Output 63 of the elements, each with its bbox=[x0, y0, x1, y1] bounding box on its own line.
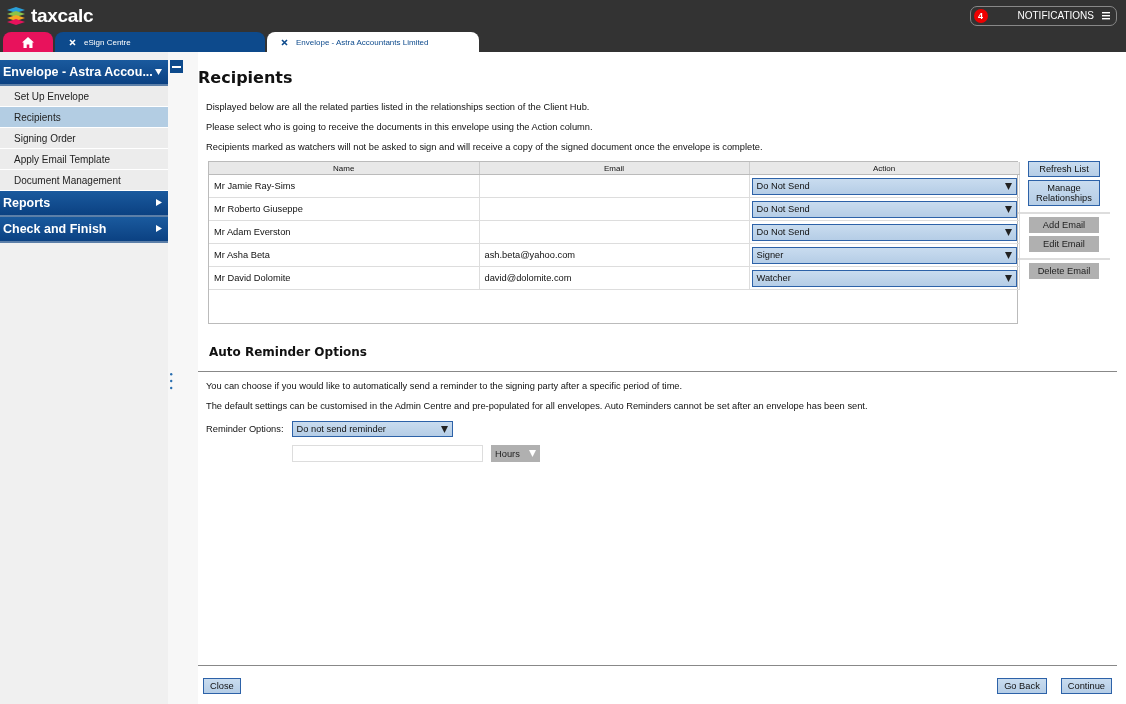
home-tab[interactable] bbox=[3, 32, 53, 52]
footer-button[interactable]: Continue bbox=[1060, 678, 1112, 694]
tab[interactable]: eSign Centre bbox=[55, 32, 265, 52]
name-cell: Mr Roberto Giuseppe bbox=[209, 197, 479, 221]
column-header: Action bbox=[749, 162, 1019, 175]
side-button[interactable]: Manage Relationships bbox=[1028, 180, 1100, 206]
logo-text: taxcalc bbox=[31, 4, 94, 27]
page-title: Recipients bbox=[198, 68, 294, 87]
sidebar-item[interactable]: Document Management bbox=[0, 170, 168, 191]
column-header: Email bbox=[479, 162, 749, 175]
footer-button[interactable]: Close bbox=[203, 678, 241, 694]
reminder-period-input[interactable] bbox=[292, 445, 483, 462]
sidebar-item[interactable]: Apply Email Template bbox=[0, 149, 168, 170]
name-cell: Mr Jamie Ray-Sims bbox=[209, 174, 479, 198]
menu-icon bbox=[1102, 11, 1110, 20]
notifications-label: NOTIFICATIONS bbox=[1017, 10, 1094, 21]
tab[interactable]: Envelope - Astra Accountants Limited bbox=[267, 32, 479, 52]
action-dropdown[interactable]: Do Not Send bbox=[751, 200, 1017, 218]
email-cell: ash.beta@yahoo.com bbox=[479, 243, 749, 267]
notification-count: 4 bbox=[973, 8, 988, 23]
intro-text: Displayed below are all the related parties listed in the relationships section of the Client Hub. bbox=[206, 102, 591, 112]
intro-text: Please select who is going to receive the documents in this envelope using the Action column. bbox=[206, 122, 594, 132]
minus-icon bbox=[172, 65, 181, 68]
sidebar-item[interactable]: Set Up Envelope bbox=[0, 86, 168, 107]
home-icon bbox=[22, 36, 34, 48]
sidebar-item[interactable]: Signing Order bbox=[0, 128, 168, 149]
caret-down-icon bbox=[1004, 182, 1012, 190]
resize-handle-icon[interactable] bbox=[170, 373, 173, 390]
reminder-options-label: Reminder Options: bbox=[206, 424, 284, 434]
caret-down-icon bbox=[1004, 251, 1012, 259]
name-cell: Mr Adam Everston bbox=[209, 220, 479, 244]
sidebar-item[interactable]: Recipients bbox=[0, 107, 168, 128]
caret-down-icon bbox=[529, 450, 536, 457]
action-dropdown[interactable]: Watcher bbox=[751, 269, 1017, 287]
close-icon bbox=[281, 38, 288, 46]
column-header: Name bbox=[209, 162, 479, 175]
email-cell: david@dolomite.com bbox=[479, 266, 749, 290]
sidebar-section[interactable]: Check and Finish bbox=[0, 217, 168, 243]
name-cell: Mr Asha Beta bbox=[209, 243, 479, 267]
sidebar-section[interactable]: Reports bbox=[0, 191, 168, 217]
reminder-text: You can choose if you would like to automatically send a reminder to the signing party after a specific period of time. bbox=[206, 381, 684, 391]
caret-down-icon bbox=[1004, 274, 1012, 282]
caret-right-icon bbox=[155, 199, 162, 207]
notifications-button[interactable]: 4 NOTIFICATIONS bbox=[969, 5, 1117, 26]
name-cell: Mr David Dolomite bbox=[209, 266, 479, 290]
close-icon bbox=[69, 38, 76, 46]
caret-down-icon bbox=[440, 425, 448, 433]
reminder-dropdown[interactable]: Do not send reminder bbox=[291, 421, 453, 437]
action-dropdown[interactable]: Do Not Send bbox=[751, 223, 1017, 241]
collapse-button[interactable] bbox=[170, 60, 183, 73]
footer-button[interactable]: Go Back bbox=[997, 678, 1047, 694]
caret-right-icon bbox=[155, 225, 162, 233]
section-title: Auto Reminder Options bbox=[209, 345, 368, 359]
side-button[interactable]: Refresh List bbox=[1028, 161, 1100, 177]
action-dropdown[interactable]: Signer bbox=[751, 246, 1017, 264]
caret-down-icon bbox=[155, 68, 162, 76]
reminder-text: The default settings can be customised in the Admin Centre and pre-populated for all envelopes. Auto Reminders cannot be set after an envelope has been sent. bbox=[206, 401, 869, 411]
intro-text: Recipients marked as watchers will not be asked to sign and will receive a copy of the signed document once the envelope is complete. bbox=[206, 142, 764, 152]
caret-down-icon bbox=[1004, 205, 1012, 213]
caret-down-icon bbox=[1004, 228, 1012, 236]
logo-icon bbox=[6, 5, 26, 26]
sidebar-section[interactable]: Envelope - Astra Accou... bbox=[0, 60, 168, 86]
action-dropdown[interactable]: Do Not Send bbox=[751, 177, 1017, 195]
